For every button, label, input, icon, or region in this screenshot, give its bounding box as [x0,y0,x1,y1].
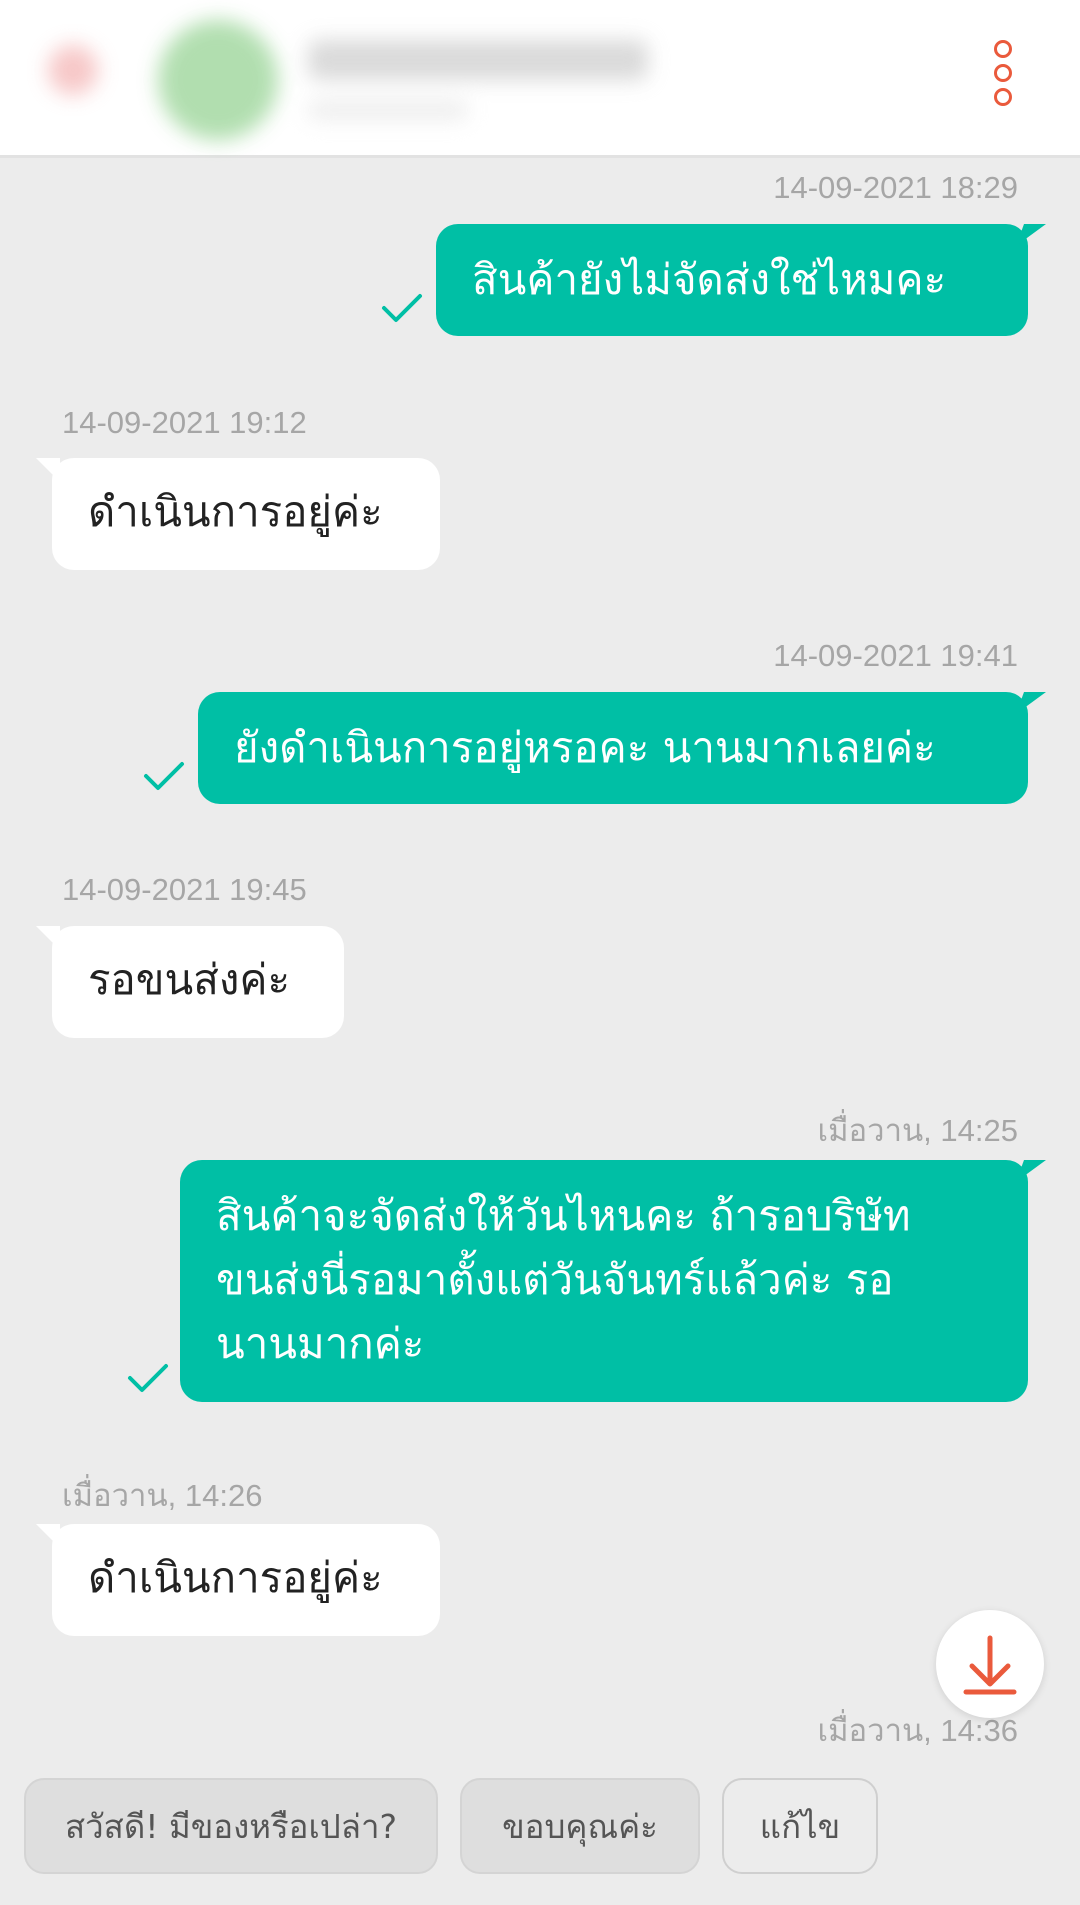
scroll-to-bottom-button[interactable] [936,1610,1044,1718]
outgoing-message-bubble[interactable]: สินค้าจะจัดส่งให้วันไหนคะ ถ้ารอบริษัท ขน… [180,1160,1028,1402]
incoming-message-bubble[interactable]: ดำเนินการอยู่ค่ะ [36,458,440,570]
outgoing-message-bubble[interactable]: ยังดำเนินการอยู่หรอคะ นานมากเลยค่ะ [198,692,1028,804]
outgoing-message-bubble[interactable]: สินค้ายังไม่จัดส่งใช่ไหมคะ [436,224,1028,336]
arrow-down-to-line-icon [963,1635,1017,1695]
contact-status [308,100,468,120]
check-icon [382,294,422,322]
message-text: สินค้ายังไม่จัดส่งใช่ไหมคะ [472,255,947,304]
quick-reply-label: ขอบคุณค่ะ [502,1806,658,1846]
back-icon[interactable] [48,45,98,95]
check-icon [128,1364,168,1392]
message-text: ดำเนินการอยู่ค่ะ [88,487,383,536]
message-text-line: ขนส่งนี่รอมาตั้งแต่วันจันทร์แล้วค่ะ รอ [216,1255,894,1304]
message-text: ดำเนินการอยู่ค่ะ [88,1553,383,1602]
message-timestamp: 14-09-2021 19:12 [62,405,307,440]
message-text-line: นานมากค่ะ [216,1319,425,1368]
message-timestamp: เมื่อวาน, 14:25 [817,1113,1018,1148]
incoming-message-bubble[interactable]: ดำเนินการอยู่ค่ะ [36,1524,440,1636]
quick-reply-chip[interactable]: สวัสดี! มีของหรือเปล่า? [24,1778,438,1874]
blurred-contact-info [18,0,668,148]
incoming-message-bubble[interactable]: รอขนส่งค่ะ [36,926,344,1038]
vertical-ellipsis-icon[interactable] [985,40,1021,114]
quick-reply-label: แก้ไข [759,1806,841,1846]
quick-reply-label: สวัสดี! มีของหรือเปล่า? [65,1806,397,1846]
message-timestamp: 14-09-2021 18:29 [773,170,1018,205]
contact-name [308,40,648,80]
avatar[interactable] [158,20,278,140]
edit-quick-replies-button[interactable]: แก้ไข [722,1778,878,1874]
message-timestamp: 14-09-2021 19:41 [773,638,1018,673]
quick-reply-chip[interactable]: ขอบคุณค่ะ [460,1778,700,1874]
chat-header [0,0,1080,158]
check-icon [144,762,184,790]
message-text: รอขนส่งค่ะ [88,955,291,1004]
message-text: ยังดำเนินการอยู่หรอคะ นานมากเลยค่ะ [234,723,936,772]
message-timestamp: 14-09-2021 19:45 [62,872,307,907]
message-timestamp: เมื่อวาน, 14:26 [62,1478,263,1513]
message-text-line: สินค้าจะจัดส่งให้วันไหนคะ ถ้ารอบริษัท [216,1191,911,1240]
